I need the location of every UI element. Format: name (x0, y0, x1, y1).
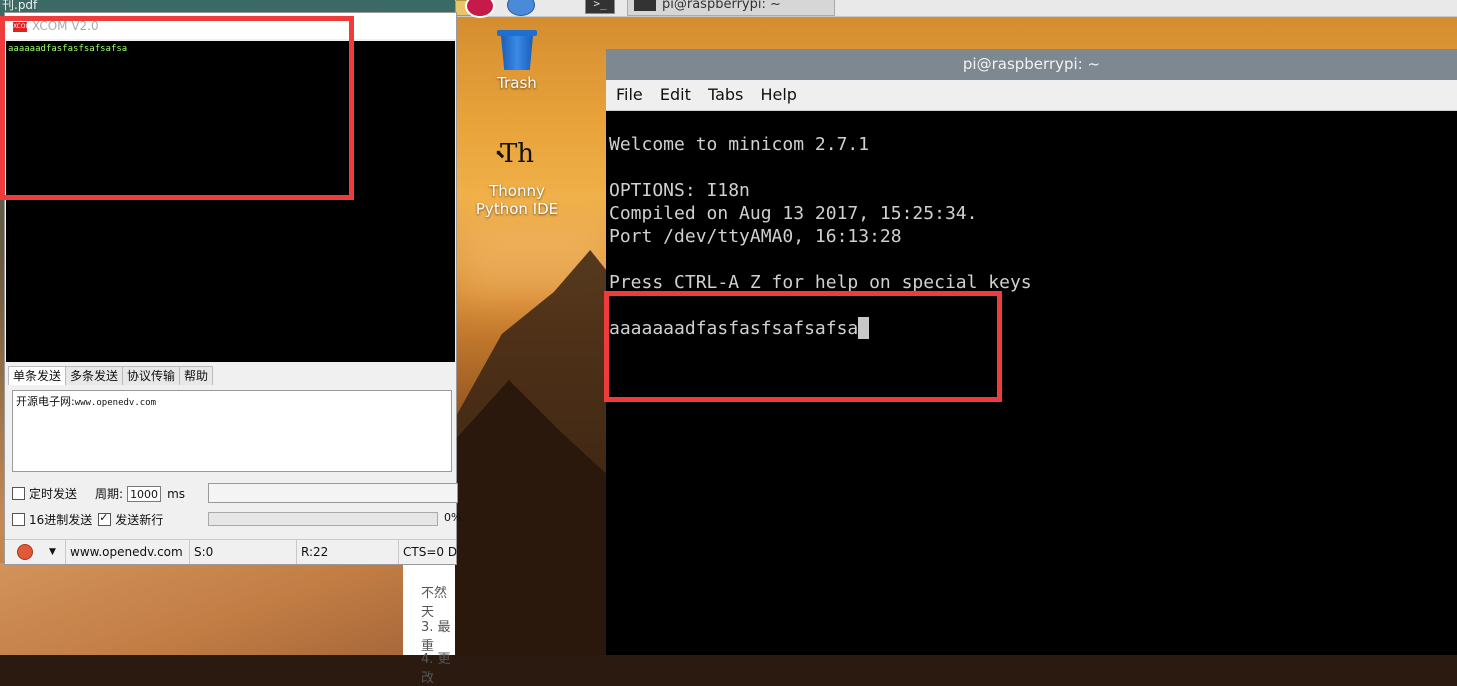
thonny-glyph: Th (499, 139, 535, 169)
thonny-label-line2: Python IDE (475, 200, 559, 218)
background-document: 不然天 3. 最重 4. 更改 (403, 560, 455, 686)
newline-checkbox[interactable] (98, 511, 112, 526)
trash-label: Trash (497, 74, 537, 92)
xcom-title: XCOM V2.0 (32, 19, 99, 33)
status-url[interactable]: www.openedv.com (65, 540, 190, 564)
timed-send-row: 定时发送 周期: 1000 ms (12, 485, 185, 502)
send-progress-bar (208, 512, 438, 526)
timed-send-label: 定时发送 (29, 487, 78, 501)
terminal-cursor (858, 317, 870, 339)
status-sent: S:0 (189, 540, 294, 564)
desktop-wallpaper-bottom (0, 563, 403, 655)
terminal-line: Welcome to minicom 2.7.1 (609, 134, 870, 155)
newline-label: 发送新行 (115, 513, 164, 527)
terminal-received-line: aaaaaaadfasfasfsafsafsa (609, 317, 1457, 340)
tab-multi-send[interactable]: 多条发送 (65, 366, 124, 385)
status-received: R:22 (296, 540, 401, 564)
menu-edit[interactable]: Edit (660, 85, 691, 104)
send-text-url: www.openedv.com (74, 398, 156, 408)
period-unit: ms (167, 486, 186, 501)
tab-single-send[interactable]: 单条发送 (8, 366, 67, 385)
rpi-taskbar: >_ pi@raspberrypi: ~ (455, 0, 1457, 18)
trash-icon (497, 30, 537, 70)
terminal-output[interactable]: Welcome to minicom 2.7.1 OPTIONS: I18n Co… (606, 111, 1457, 340)
menu-help[interactable]: Help (760, 85, 796, 104)
taskbar-task-label: pi@raspberrypi: ~ (662, 0, 781, 12)
doc-line: 4. 更改 (421, 652, 451, 686)
menu-tabs[interactable]: Tabs (708, 85, 743, 104)
terminal-window: pi@raspberrypi: ~ File Edit Tabs Help We… (606, 49, 1457, 655)
send-input[interactable]: 开源电子网:www.openedv.com (12, 390, 452, 472)
xcom-window: XCOMXCOM V2.0 aaaaaadfasfasfsafsafsa 单条发… (4, 12, 461, 565)
hex-send-checkbox[interactable] (12, 513, 25, 526)
timed-send-checkbox[interactable] (12, 487, 25, 500)
xcom-status-bar: ▼ www.openedv.com S:0 R:22 CTS=0 D (5, 539, 457, 564)
period-label: 周期: (95, 487, 124, 501)
send-button-area[interactable] (208, 483, 458, 503)
browser-icon[interactable] (507, 0, 535, 16)
receive-text: aaaaaadfasfasfsafsafsa (8, 44, 128, 54)
tab-protocol[interactable]: 协议传输 (122, 366, 181, 385)
thonny-label-line1: Thonny (489, 182, 545, 200)
terminal-line: Press CTRL-A Z for help on special keys (609, 272, 1032, 293)
desktop-icon-trash[interactable]: Trash (472, 30, 562, 92)
doc-line: 不然天 (421, 586, 448, 620)
chevron-down-icon[interactable]: ▼ (49, 540, 56, 564)
period-input[interactable]: 1000 (127, 485, 162, 502)
hex-send-label: 16进制发送 (29, 513, 93, 527)
terminal-line: OPTIONS: I18n (609, 180, 750, 201)
terminal-title-bar[interactable]: pi@raspberrypi: ~ (606, 49, 1457, 80)
send-mode-tabs: 单条发送 多条发送 协议传输 帮助 (8, 366, 214, 385)
xcom-title-bar[interactable]: XCOMXCOM V2.0 (5, 13, 456, 39)
terminal-launcher-icon[interactable]: >_ (585, 0, 615, 14)
xcom-logo-icon: XCOM (13, 21, 31, 32)
terminal-task-icon (634, 0, 656, 11)
hex-send-row: 16进制发送 发送新行 (12, 511, 163, 528)
status-cts: CTS=0 D (398, 540, 457, 564)
tab-help[interactable]: 帮助 (179, 366, 214, 385)
send-text: 开源电子网: (16, 395, 75, 408)
progress-percent: 0% (444, 511, 462, 524)
taskbar-terminal-task[interactable]: pi@raspberrypi: ~ (627, 0, 835, 16)
terminal-line: Port /dev/ttyAMA0, 16:13:28 (609, 226, 902, 247)
terminal-menu-bar: File Edit Tabs Help (606, 80, 1457, 111)
thonny-icon: ⬉ Th (495, 132, 539, 176)
receive-area[interactable]: aaaaaadfasfasfsafsafsa (6, 41, 455, 362)
terminal-received-text: aaaaaaadfasfasfsafsafsa (609, 318, 859, 339)
shortcut-arrow-icon: ⬉ (495, 147, 506, 161)
menu-file[interactable]: File (616, 85, 643, 104)
terminal-line: Compiled on Aug 13 2017, 15:25:34. (609, 203, 978, 224)
desktop-icon-thonny[interactable]: ⬉ Th Thonny Python IDE (472, 132, 562, 218)
settings-icon[interactable] (17, 544, 33, 560)
